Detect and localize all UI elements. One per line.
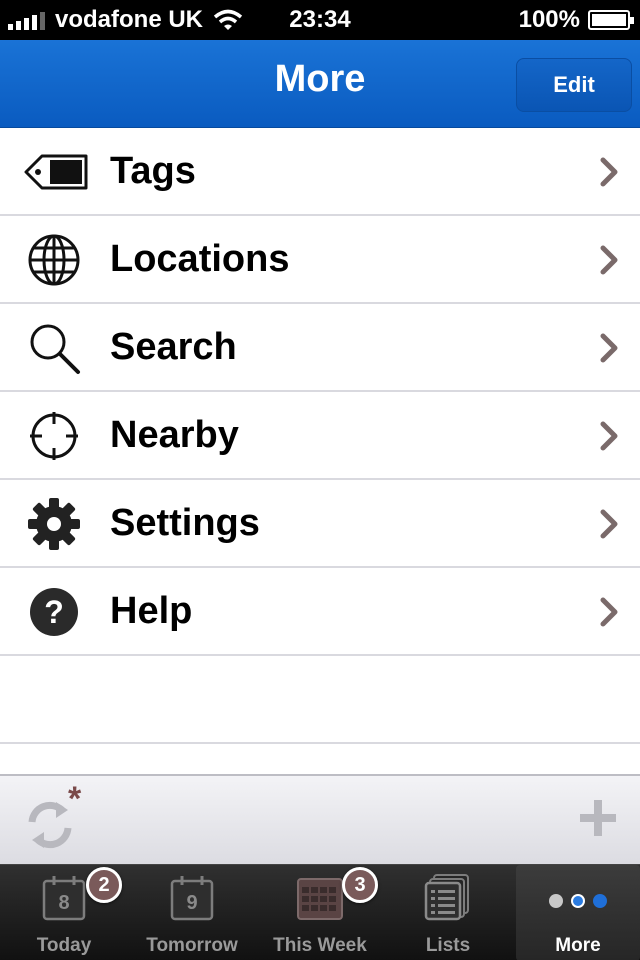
tab-label: More [555, 935, 601, 956]
today-date-number: 8 [58, 892, 69, 914]
tab-label: Lists [425, 935, 471, 956]
menu-item-nearby[interactable]: Nearby [0, 392, 640, 480]
tab-lists[interactable]: Lists [386, 865, 510, 960]
chevron-right-icon [600, 245, 618, 275]
calendar-grid-icon [297, 878, 343, 920]
menu-item-label: Settings [110, 501, 260, 544]
plus-icon[interactable] [578, 798, 618, 838]
tag-icon [24, 154, 88, 190]
this-week-count-badge: 3 [342, 867, 378, 903]
lists-icon [424, 874, 469, 921]
menu-item-label: Tags [110, 149, 196, 192]
today-count-badge: 2 [86, 867, 122, 903]
gear-icon [28, 498, 80, 550]
chevron-right-icon [600, 421, 618, 451]
menu-item-help[interactable]: ? Help [0, 568, 640, 656]
chevron-right-icon [600, 157, 618, 187]
search-icon [30, 324, 80, 374]
tab-tomorrow[interactable]: 9 Tomorrow [130, 865, 254, 960]
calendar-day-icon: 9 [170, 876, 214, 921]
battery-icon [588, 10, 634, 30]
calendar-day-icon: 8 [42, 876, 86, 921]
edit-button[interactable]: Edit [516, 58, 632, 112]
chevron-right-icon [600, 333, 618, 363]
menu-item-label: Help [110, 589, 193, 632]
menu-item-label: Search [110, 325, 237, 368]
tab-label: This Week [273, 935, 367, 956]
svg-text:?: ? [44, 594, 64, 630]
empty-row [0, 656, 640, 744]
svg-text:*: * [68, 784, 82, 818]
status-bar: vodafone UK 23:34 100% [0, 0, 640, 40]
globe-icon [28, 234, 80, 286]
tab-today[interactable]: 8 2 Today [2, 865, 126, 960]
menu-item-label: Nearby [110, 413, 239, 456]
tab-label: Today [36, 935, 92, 956]
more-menu-list: Tags Locations Search Nearby Settings ? … [0, 128, 640, 744]
sync-icon[interactable]: * [20, 784, 84, 854]
help-icon: ? [30, 588, 78, 636]
menu-item-tags[interactable]: Tags [0, 128, 640, 216]
more-dots-icon [549, 894, 607, 908]
bottom-toolbar: * [0, 774, 640, 864]
menu-item-locations[interactable]: Locations [0, 216, 640, 304]
tab-more[interactable]: More [516, 865, 640, 960]
menu-item-search[interactable]: Search [0, 304, 640, 392]
menu-item-label: Locations [110, 237, 290, 280]
navigation-bar: More Edit [0, 40, 640, 128]
tab-bar: 8 2 Today 9 Tomorrow 3 This Week Lists M… [0, 864, 640, 960]
battery-percent: 100% [518, 6, 580, 33]
menu-item-settings[interactable]: Settings [0, 480, 640, 568]
crosshair-icon [30, 412, 78, 460]
tomorrow-date-number: 9 [186, 892, 197, 914]
tab-this-week[interactable]: 3 This Week [258, 865, 382, 960]
chevron-right-icon [600, 597, 618, 627]
tab-label: Tomorrow [146, 935, 238, 956]
chevron-right-icon [600, 509, 618, 539]
